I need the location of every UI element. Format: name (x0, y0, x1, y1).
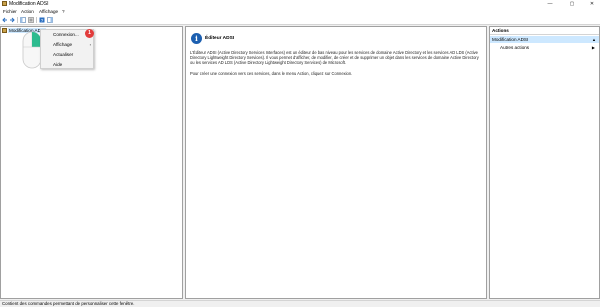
menu-action[interactable]: Action (21, 9, 34, 14)
title-bar: Modification ADSI — ▢ ✕ (0, 0, 600, 8)
toolbar: ? (0, 15, 600, 25)
help-icon[interactable]: ? (39, 17, 45, 23)
menu-help[interactable]: ? (62, 9, 65, 14)
submenu-arrow-icon: › (89, 42, 91, 47)
ctx-refresh-item[interactable]: Actualiser (41, 50, 94, 59)
adsi-root-icon (2, 28, 7, 33)
actions-pane: Actions Modification ADSI ▲ Autres actio… (489, 26, 600, 299)
minimize-button[interactable]: — (540, 0, 560, 8)
close-button[interactable]: ✕ (582, 0, 600, 8)
ctx-connect-label: Connexion... (53, 32, 79, 37)
window-title: Modification ADSI (9, 1, 49, 7)
result-title: Éditeur ADSI (205, 36, 235, 41)
menu-bar: Fichier Action Affichage ? (0, 8, 600, 15)
action-pane-icon[interactable] (47, 17, 53, 23)
collapse-arrow-icon[interactable]: ▲ (592, 36, 596, 43)
back-arrow-icon[interactable] (2, 17, 8, 23)
result-pane: i Éditeur ADSI L'Éditeur ADSI (Active Di… (185, 26, 487, 299)
ctx-view-label: Affichage (53, 42, 73, 47)
result-description: L'Éditeur ADSI (Active Directory Service… (190, 50, 479, 66)
ctx-view-item[interactable]: Affichage › (41, 40, 94, 49)
maximize-button[interactable]: ▢ (562, 0, 582, 8)
properties-icon[interactable] (28, 17, 34, 23)
menu-view[interactable]: Affichage (39, 9, 58, 14)
ctx-help-item[interactable]: Aide (41, 60, 94, 69)
menu-file[interactable]: Fichier (3, 9, 17, 14)
actions-section-header[interactable]: Modification ADSI ▲ (490, 36, 599, 43)
actions-header: Actions (490, 27, 599, 35)
toolbar-separator (36, 17, 37, 23)
more-actions-arrow-icon: ▶ (591, 45, 595, 50)
more-actions-item[interactable]: Autres actions (500, 45, 529, 51)
ctx-help-label: Aide (53, 62, 63, 67)
forward-arrow-icon[interactable] (9, 17, 15, 23)
show-hide-tree-icon[interactable] (20, 17, 26, 23)
app-icon (2, 1, 7, 6)
mouse-right-click-icon (22, 31, 42, 69)
actions-section-label: Modification ADSI (492, 37, 529, 42)
ctx-refresh-label: Actualiser (53, 52, 74, 57)
result-instruction: Pour créer une connexion vers ces servic… (190, 71, 353, 76)
status-bar: Contient des commandes permettant de per… (0, 300, 600, 307)
toolbar-separator (17, 17, 18, 23)
info-icon: i (191, 33, 202, 44)
step-badge: 1 (85, 29, 94, 38)
